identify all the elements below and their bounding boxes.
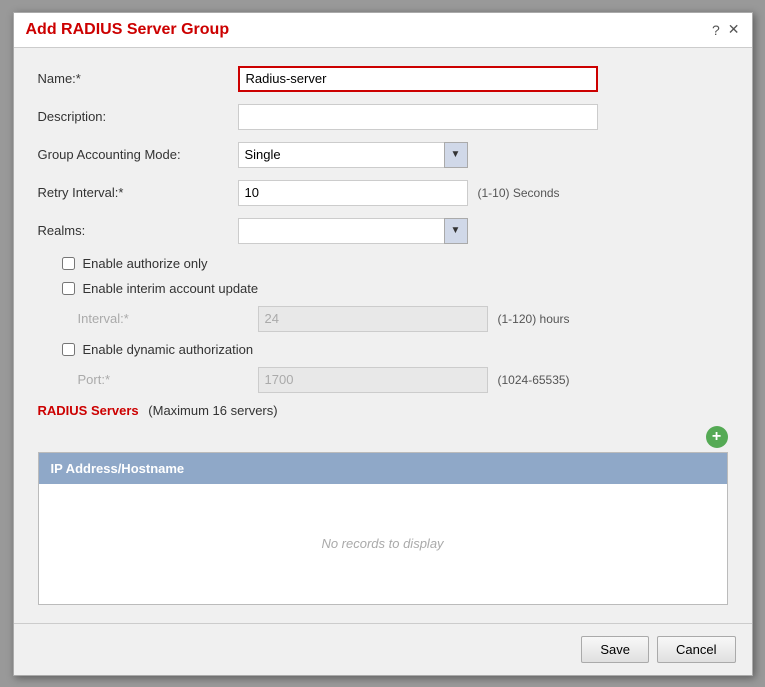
- interval-hint: (1-120) hours: [498, 312, 570, 326]
- realms-select-wrapper: ▼: [238, 218, 468, 244]
- dialog-title: Add RADIUS Server Group: [26, 21, 230, 39]
- realms-label: Realms:: [38, 223, 238, 238]
- realms-select[interactable]: [238, 218, 468, 244]
- help-icon[interactable]: ?: [712, 22, 720, 38]
- group-accounting-select[interactable]: Single Multiple: [238, 142, 468, 168]
- name-input[interactable]: [238, 66, 598, 92]
- table-empty-message: No records to display: [39, 484, 727, 604]
- interim-update-row: Enable interim account update: [38, 281, 728, 296]
- retry-interval-hint: (1-10) Seconds: [478, 186, 560, 200]
- authorize-only-label[interactable]: Enable authorize only: [83, 256, 208, 271]
- close-icon[interactable]: ✕: [728, 21, 740, 38]
- add-icon: +: [706, 426, 728, 448]
- port-hint: (1024-65535): [498, 373, 570, 387]
- interim-update-label[interactable]: Enable interim account update: [83, 281, 259, 296]
- port-label: Port:*: [78, 372, 258, 387]
- dialog-footer: Save Cancel: [14, 623, 752, 675]
- dialog-titlebar: Add RADIUS Server Group ? ✕: [14, 13, 752, 48]
- interim-update-checkbox[interactable]: [62, 282, 75, 295]
- description-row: Description:: [38, 104, 728, 130]
- retry-interval-row: Retry Interval:* (1-10) Seconds: [38, 180, 728, 206]
- port-input: [258, 367, 488, 393]
- authorize-only-checkbox[interactable]: [62, 257, 75, 270]
- interval-input: [258, 306, 488, 332]
- radius-servers-hint: (Maximum 16 servers): [148, 403, 277, 418]
- radius-servers-label: RADIUS Servers: [38, 403, 139, 418]
- add-server-button[interactable]: +: [706, 426, 728, 448]
- dynamic-auth-row: Enable dynamic authorization: [38, 342, 728, 357]
- servers-table: IP Address/Hostname No records to displa…: [38, 452, 728, 605]
- dynamic-auth-checkbox[interactable]: [62, 343, 75, 356]
- retry-interval-input[interactable]: [238, 180, 468, 206]
- radius-servers-header: RADIUS Servers (Maximum 16 servers): [38, 403, 728, 418]
- table-header: IP Address/Hostname: [39, 453, 727, 484]
- add-radius-dialog: Add RADIUS Server Group ? ✕ Name:* Descr…: [13, 12, 753, 676]
- interval-row: Interval:* (1-120) hours: [38, 306, 728, 332]
- name-label: Name:*: [38, 71, 238, 86]
- titlebar-icons: ? ✕: [712, 21, 740, 38]
- add-button-row: +: [38, 426, 728, 448]
- dynamic-auth-label[interactable]: Enable dynamic authorization: [83, 342, 254, 357]
- retry-interval-label: Retry Interval:*: [38, 185, 238, 200]
- group-accounting-row: Group Accounting Mode: Single Multiple ▼: [38, 142, 728, 168]
- name-row: Name:*: [38, 66, 728, 92]
- description-label: Description:: [38, 109, 238, 124]
- interval-label: Interval:*: [78, 311, 258, 326]
- group-accounting-label: Group Accounting Mode:: [38, 147, 238, 162]
- group-accounting-select-wrapper: Single Multiple ▼: [238, 142, 468, 168]
- dialog-content: Name:* Description: Group Accounting Mod…: [14, 48, 752, 623]
- realms-row: Realms: ▼: [38, 218, 728, 244]
- cancel-button[interactable]: Cancel: [657, 636, 735, 663]
- description-input[interactable]: [238, 104, 598, 130]
- port-row: Port:* (1024-65535): [38, 367, 728, 393]
- authorize-only-row: Enable authorize only: [38, 256, 728, 271]
- save-button[interactable]: Save: [581, 636, 649, 663]
